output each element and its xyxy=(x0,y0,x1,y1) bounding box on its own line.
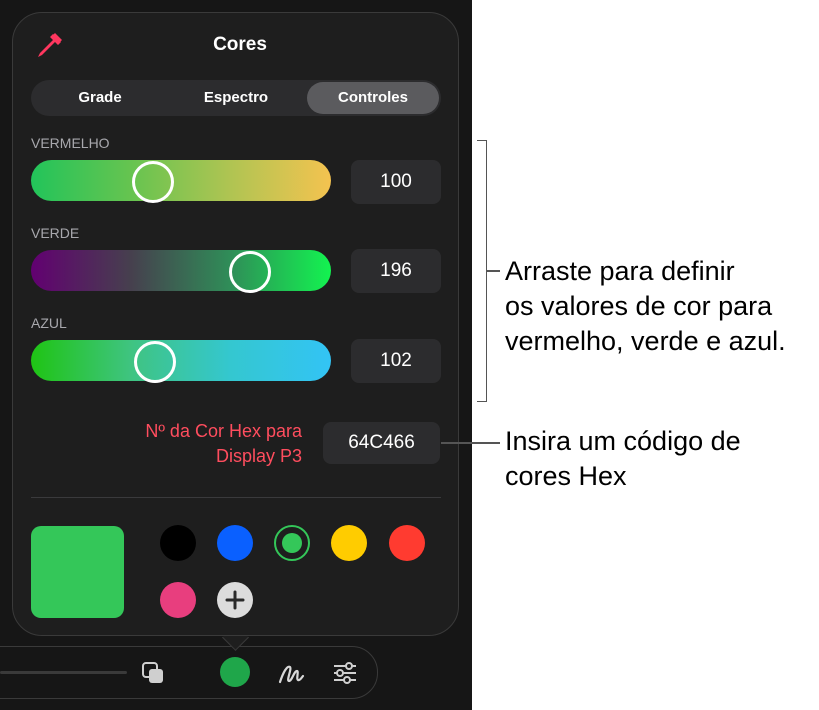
red-slider[interactable] xyxy=(31,160,331,203)
hex-callout-line2: cores Hex xyxy=(505,461,627,491)
tab-grade[interactable]: Grade xyxy=(33,82,167,114)
view-segmented-control: Grade Espectro Controles xyxy=(31,80,441,116)
swatch-blue[interactable] xyxy=(217,525,253,561)
swatch-green-selected[interactable] xyxy=(274,525,310,561)
hex-label-line1: Nº da Cor Hex para xyxy=(145,421,302,441)
sliders-callout: Arraste para definir os valores de cor p… xyxy=(505,254,786,359)
swatch-black[interactable] xyxy=(160,525,196,561)
swatch-green-fill xyxy=(282,533,302,553)
toolbar-slider-track[interactable] xyxy=(0,671,127,674)
hex-callout: Insira um código de cores Hex xyxy=(505,424,741,494)
blue-slider[interactable] xyxy=(31,340,331,383)
tab-espectro[interactable]: Espectro xyxy=(169,82,303,114)
add-swatch-button[interactable] xyxy=(217,582,253,618)
blue-slider-thumb[interactable] xyxy=(134,341,177,383)
plus-icon xyxy=(225,590,245,610)
sliders-callout-line1: Arraste para definir xyxy=(505,256,735,286)
blue-value-field[interactable]: 102 xyxy=(351,339,441,383)
green-slider-label: VERDE xyxy=(31,225,80,241)
hex-callout-line1: Insira um código de xyxy=(505,426,741,456)
red-slider-thumb[interactable] xyxy=(132,161,175,203)
red-value-field[interactable]: 100 xyxy=(351,160,441,204)
blue-slider-label: AZUL xyxy=(31,315,67,331)
green-value-field[interactable]: 196 xyxy=(351,249,441,293)
sliders-callout-line3: vermelho, verde e azul. xyxy=(505,326,786,356)
swatch-yellow[interactable] xyxy=(331,525,367,561)
sliders-bracket xyxy=(477,140,487,402)
pen-stroke-icon[interactable] xyxy=(277,659,305,687)
sliders-callout-line2: os valores de cor para xyxy=(505,291,773,321)
hex-label-line2: Display P3 xyxy=(215,446,302,466)
swatch-red[interactable] xyxy=(389,525,425,561)
divider xyxy=(31,497,441,498)
eyedropper-icon[interactable] xyxy=(33,30,65,62)
current-color-swatch xyxy=(31,526,124,618)
popover-title: Cores xyxy=(213,34,267,55)
swatch-pink[interactable] xyxy=(160,582,196,618)
layers-icon[interactable] xyxy=(140,660,166,686)
sliders-leader-line xyxy=(487,270,500,272)
color-dot-icon[interactable] xyxy=(220,657,250,687)
red-slider-label: VERMELHO xyxy=(31,135,110,151)
hex-leader-line xyxy=(441,442,500,444)
tab-controles[interactable]: Controles xyxy=(307,82,439,114)
hex-label: Nº da Cor Hex para Display P3 xyxy=(80,419,302,469)
green-slider[interactable] xyxy=(31,250,331,293)
green-slider-thumb[interactable] xyxy=(229,251,272,293)
hex-value-field[interactable]: 64C466 xyxy=(323,422,440,464)
sliders-icon[interactable] xyxy=(332,660,358,686)
